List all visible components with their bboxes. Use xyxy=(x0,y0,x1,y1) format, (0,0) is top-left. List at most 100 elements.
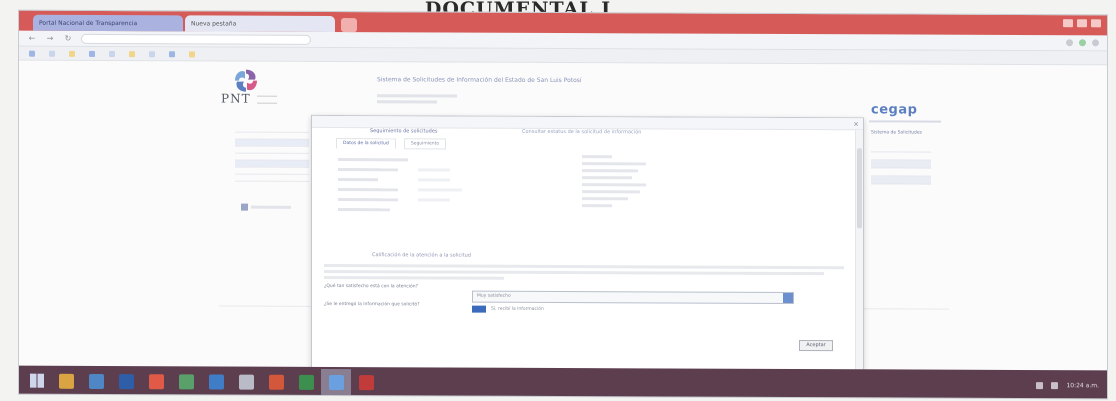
back-icon[interactable]: ← xyxy=(27,34,37,43)
taskbar-folder-icon[interactable] xyxy=(171,368,201,394)
right-panel-row[interactable] xyxy=(871,144,931,153)
windows-taskbar: 10:24 a.m. xyxy=(19,365,1108,400)
folder-icon xyxy=(189,50,195,57)
volume-icon[interactable] xyxy=(1051,381,1059,389)
star-icon[interactable] xyxy=(1066,39,1073,47)
scrollbar-thumb[interactable] xyxy=(857,148,862,229)
excel-icon xyxy=(298,374,314,390)
powerpoint-icon xyxy=(268,374,284,390)
field-row xyxy=(338,184,462,195)
field-row xyxy=(338,164,462,175)
logo-subtext xyxy=(257,95,277,104)
right-nav-title[interactable]: Sistema de Solicitudes xyxy=(871,130,929,135)
select-value: Muy satisfecho xyxy=(477,293,511,299)
received-info-checkbox[interactable] xyxy=(472,305,486,313)
clock[interactable]: 10:24 a.m. xyxy=(1066,382,1099,389)
question-label-1: ¿Qué tan satisfecho está con la atención… xyxy=(324,283,418,290)
left-menu xyxy=(235,131,309,188)
folder-icon xyxy=(69,50,75,57)
bookmark-item[interactable] xyxy=(109,50,115,57)
tab-portal[interactable]: Portal Nacional de Transparencia xyxy=(33,14,183,32)
bookmark-icon xyxy=(169,50,175,57)
taskbar-file-explorer-icon[interactable] xyxy=(51,368,81,394)
reload-icon[interactable]: ↻ xyxy=(63,34,73,43)
taskbar-outlook-icon[interactable] xyxy=(81,368,111,394)
request-modal: × Seguimiento de solicitudes Consultar e… xyxy=(311,114,864,378)
window-controls xyxy=(1063,19,1101,28)
extension-icons xyxy=(1066,39,1099,47)
bookmark-item[interactable] xyxy=(149,50,155,57)
forward-icon[interactable]: → xyxy=(45,34,55,43)
store-icon xyxy=(208,373,224,390)
modal-heading-secondary[interactable]: Consultar estatus de la solicitud de inf… xyxy=(522,129,641,136)
bookmark-icon xyxy=(149,50,155,57)
network-icon[interactable] xyxy=(1036,381,1044,389)
folder-icon xyxy=(178,373,194,389)
received-info-label: Sí, recibí la información xyxy=(491,306,544,312)
field-row xyxy=(338,174,462,185)
acrobat-icon xyxy=(358,374,374,390)
menu-icon[interactable] xyxy=(1092,39,1099,47)
bookmark-item[interactable] xyxy=(49,50,55,57)
received-info-option: Sí, recibí la información xyxy=(472,305,544,313)
close-icon[interactable] xyxy=(1091,19,1101,28)
url-input[interactable] xyxy=(81,33,311,45)
close-icon[interactable]: × xyxy=(852,120,860,128)
minimize-icon[interactable] xyxy=(1063,19,1073,28)
bookmark-icon xyxy=(29,50,35,57)
chevron-down-icon[interactable] xyxy=(783,292,793,304)
modal-detail-list xyxy=(582,155,646,211)
field-row xyxy=(338,154,462,165)
taskbar-powerpoint-icon[interactable] xyxy=(261,369,291,395)
file-explorer-icon xyxy=(58,373,74,389)
bookmark-item[interactable] xyxy=(69,50,75,57)
tab-follow-up[interactable]: Seguimiento xyxy=(403,138,447,150)
brand-divider xyxy=(869,120,941,123)
bookmark-item[interactable] xyxy=(169,50,175,57)
left-menu-item[interactable] xyxy=(235,180,309,188)
tab-request-data[interactable]: Datos de la solicitud xyxy=(336,138,396,150)
taskbar-ie-icon[interactable] xyxy=(321,368,351,396)
right-panel-row[interactable] xyxy=(871,176,931,185)
extension-icon[interactable] xyxy=(1079,39,1086,47)
left-link[interactable] xyxy=(241,203,291,211)
right-panel-row[interactable] xyxy=(871,168,931,177)
maximize-icon[interactable] xyxy=(1077,19,1087,28)
pnt-logo: PNT xyxy=(219,67,279,107)
word-icon xyxy=(118,373,134,389)
taskbar-excel-icon[interactable] xyxy=(291,369,321,395)
taskbar-chrome-icon[interactable] xyxy=(141,368,171,394)
bookmark-item[interactable] xyxy=(129,50,135,57)
modal-heading: Seguimiento de solicitudes xyxy=(370,128,438,135)
bookmark-item[interactable] xyxy=(189,50,195,57)
site-title: Sistema de Solicitudes de Información de… xyxy=(377,76,582,85)
question-label-2: ¿Se le entregó la información que solici… xyxy=(324,301,420,308)
taskbar-apps xyxy=(51,368,381,396)
bookmark-item[interactable] xyxy=(89,50,95,57)
taskbar-calculator-icon[interactable] xyxy=(231,369,261,395)
taskbar-store-icon[interactable] xyxy=(201,368,231,394)
field-row xyxy=(338,204,462,215)
start-button[interactable] xyxy=(23,368,51,394)
logo-text: PNT xyxy=(221,91,251,106)
right-panel xyxy=(871,144,931,185)
tab-new[interactable]: Nueva pestaña xyxy=(185,15,335,33)
calculator-icon xyxy=(238,374,254,390)
bookmark-item[interactable] xyxy=(29,50,35,57)
ie-icon xyxy=(328,374,344,390)
taskbar-word-icon[interactable] xyxy=(111,368,141,394)
right-panel-row[interactable] xyxy=(871,160,931,169)
modal-scrollbar[interactable] xyxy=(855,130,863,378)
site-subtitle xyxy=(377,94,457,104)
folder-icon xyxy=(129,50,135,57)
new-tab-button[interactable] xyxy=(341,18,357,33)
field-row xyxy=(338,194,462,205)
satisfaction-select[interactable]: Muy satisfecho xyxy=(472,290,794,305)
taskbar-acrobat-icon[interactable] xyxy=(351,369,381,395)
accept-button[interactable]: Aceptar xyxy=(799,340,833,352)
pnt-logo-icon xyxy=(235,69,257,92)
windows-icon xyxy=(30,373,44,388)
right-panel-row[interactable] xyxy=(871,152,931,161)
tab-label: Nueva pestaña xyxy=(191,19,237,28)
tab-label: Portal Nacional de Transparencia xyxy=(39,19,138,27)
